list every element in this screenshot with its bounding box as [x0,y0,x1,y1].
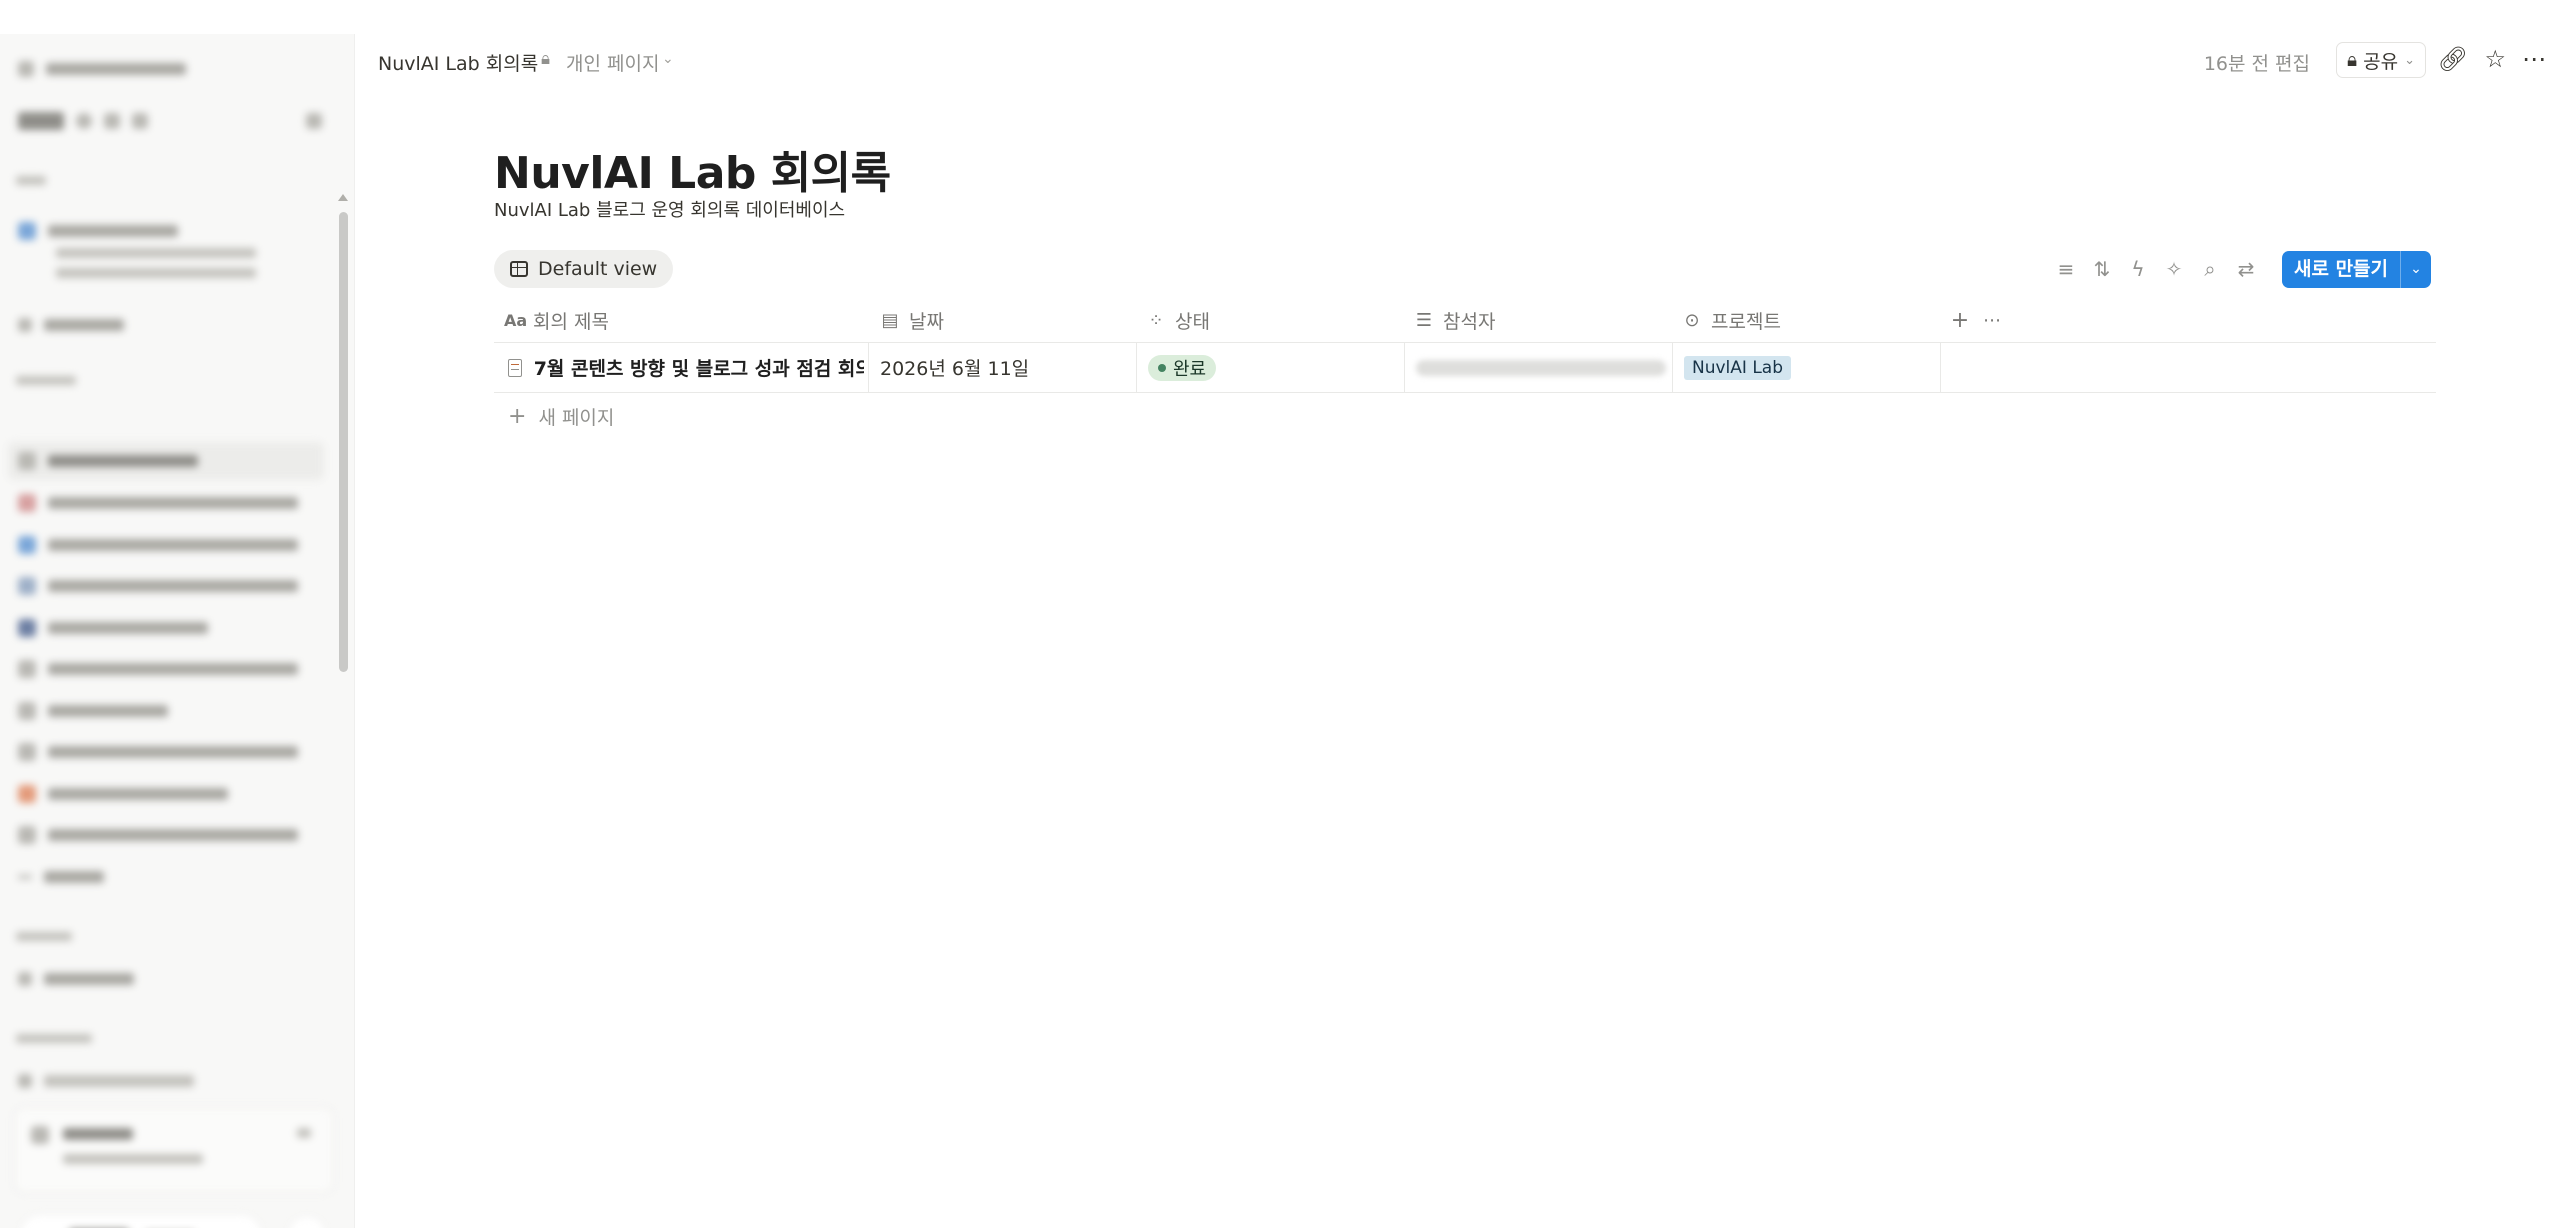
sidebar-new-page-button[interactable] [306,110,322,132]
status-label: 완료 [1173,358,1207,380]
cell-project[interactable]: NuvlAI Lab [1684,343,1934,392]
sidebar-top-actions[interactable] [18,110,148,132]
more-icon[interactable]: ⋯ [2522,44,2546,74]
sidebar-item[interactable] [18,658,298,680]
add-new-page-row[interactable]: + 새 페이지 [494,393,2436,439]
sidebar-item-current-page[interactable] [18,450,198,472]
column-label: 날짜 [909,310,944,333]
sidebar-item[interactable] [18,220,178,242]
relation-icon: ⊙ [1684,309,1700,331]
column-label: 상태 [1175,310,1210,333]
chevron-down-icon: ⌄ [2404,52,2415,68]
link-icon[interactable]: 🔗︎ [2438,44,2468,74]
column-more-button[interactable]: ⋯ [1982,298,2002,342]
sidebar-help-button[interactable] [288,1216,326,1228]
automation-icon[interactable]: ϟ [2120,257,2156,281]
row-date: 2026년 6월 11일 [880,358,1030,380]
search-icon[interactable]: ⌕ [2192,257,2228,281]
status-dot-icon [1158,363,1166,372]
filter-icon[interactable]: ≡ [2048,257,2084,281]
column-label: 회의 제목 [533,310,609,333]
settings-icon[interactable]: ⇄ [2228,257,2264,281]
project-tag: NuvlAI Lab [1684,355,1792,380]
sidebar-item[interactable] [18,783,228,805]
new-entry-button[interactable]: 새로 만들기 ⌄ [2282,251,2432,288]
attendees-redacted [1416,359,1666,376]
status-badge: 완료 [1148,354,1217,381]
share-label: 공유 [2363,50,2399,73]
column-header-title[interactable]: Aa 회의 제목 [504,298,609,342]
view-tab-default[interactable]: Default view [494,250,674,288]
share-button[interactable]: 🔒︎ 공유 ⌄ [2336,42,2426,78]
cell-attendees[interactable] [1416,343,1666,392]
privacy-label[interactable]: 개인 페이지 [566,49,659,76]
column-header-status[interactable]: ⁘ 상태 [1146,298,1210,342]
row-title[interactable]: 7월 콘텐츠 방향 및 블로그 성과 점검 회의 [534,354,864,381]
view-tab-label: Default view [538,258,658,280]
sidebar [0,34,355,1228]
workspace-switcher[interactable] [18,58,186,80]
page-description[interactable]: NuvlAI Lab 블로그 운영 회의록 데이터베이스 [494,196,845,222]
breadcrumb-page-title[interactable]: NuvlAI Lab 회의록 [378,49,538,76]
sidebar-item[interactable] [18,314,124,336]
sidebar-promo-card[interactable] [14,1107,334,1193]
text-icon: ☰ [1415,309,1433,331]
star-icon[interactable]: ☆ [2484,44,2506,74]
meeting-note-icon [508,358,522,377]
more-icon: ⋯ [1983,309,2001,331]
plus-icon: + [508,403,527,429]
sidebar-item[interactable] [18,700,168,722]
column-label: 참석자 [1443,310,1496,333]
lock-icon: 🔒︎ [2347,49,2358,71]
sidebar-item[interactable] [18,617,208,639]
database-table: Aa 회의 제목 ▤ 날짜 ⁘ 상태 ☰ 참석자 ⊙ 프로젝트 + ⋯ 7월 콘… [494,298,2436,439]
sidebar-item[interactable] [18,492,298,514]
sidebar-item[interactable] [18,968,134,990]
column-header-attendees[interactable]: ☰ 참석자 [1414,298,1496,342]
column-header-project[interactable]: ⊙ 프로젝트 [1682,298,1781,342]
cell-title[interactable]: 7월 콘텐츠 방향 및 블로그 성과 점검 회의 [508,343,864,392]
sort-icon[interactable]: ⇅ [2084,257,2120,281]
page-title[interactable]: NuvlAI Lab 회의록 [494,137,891,201]
table-row[interactable]: 7월 콘텐츠 방향 및 블로그 성과 점검 회의 2026년 6월 11일 완료… [494,343,2436,393]
new-page-label: 새 페이지 [538,406,615,429]
sidebar-item[interactable] [18,741,298,763]
column-label: 프로젝트 [1711,310,1781,333]
column-header-date[interactable]: ▤ 날짜 [880,298,944,342]
database-toolbar: ≡ ⇅ ϟ ✧ ⌕ ⇄ [2048,256,2264,282]
cell-status[interactable]: 완료 [1148,343,1398,392]
sidebar-item[interactable] [18,866,104,888]
sidebar-item[interactable] [18,824,298,846]
sidebar-item[interactable] [18,534,298,556]
plus-icon: + [1950,307,1970,333]
table-icon [510,261,528,277]
cell-date[interactable]: 2026년 6월 11일 [880,343,1130,392]
sidebar-item[interactable] [18,1070,194,1092]
topbar: NuvlAI Lab 회의록 🔒︎ 개인 페이지 ⌄ 16분 전 편집 🔒︎ 공… [354,34,2560,86]
calendar-icon: ▤ [881,309,899,331]
sidebar-item[interactable] [18,575,298,597]
ai-autofill-icon[interactable]: ✧ [2156,257,2192,281]
sidebar-scrollbar[interactable] [337,194,349,674]
status-icon: ⁘ [1148,309,1164,331]
last-edited-label[interactable]: 16분 전 편집 [2204,49,2310,76]
add-property-button[interactable]: + [1950,298,1970,342]
new-entry-label[interactable]: 새로 만들기 [2282,251,2400,288]
lock-icon: 🔒︎ [541,49,551,69]
sidebar-bottom-action[interactable] [20,1214,262,1228]
table-header: Aa 회의 제목 ▤ 날짜 ⁘ 상태 ☰ 참석자 ⊙ 프로젝트 + ⋯ [494,298,2436,343]
chevron-down-icon[interactable]: ⌄ [2400,251,2431,288]
title-icon: Aa [504,310,528,330]
chevron-down-icon[interactable]: ⌄ [662,51,674,67]
